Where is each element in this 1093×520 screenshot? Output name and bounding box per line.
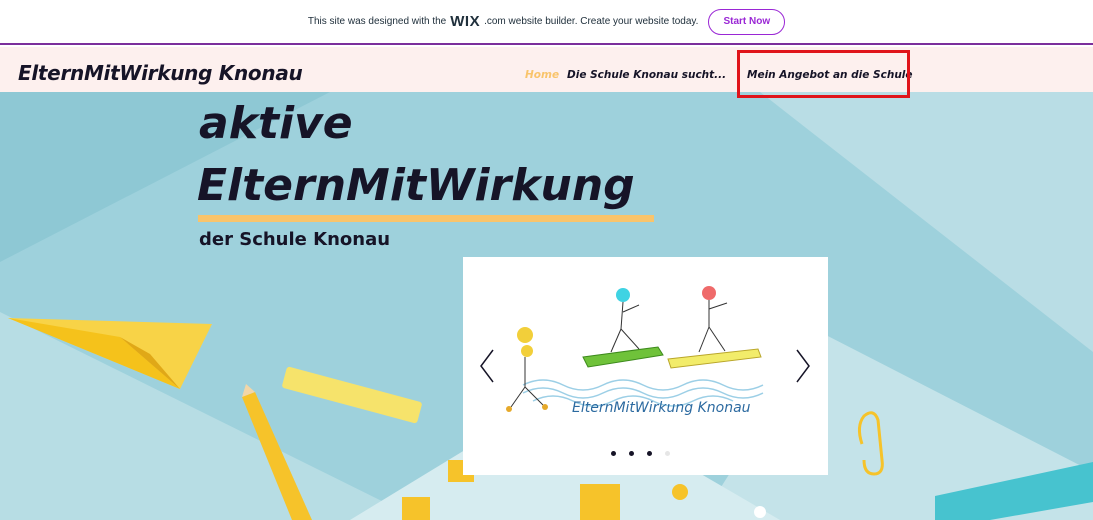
wix-logo[interactable]: WIX xyxy=(450,13,480,30)
slide-caption: ElternMitWirkung Knonau xyxy=(572,400,751,416)
wix-banner: This site was designed with the WIX .com … xyxy=(0,0,1093,45)
slideshow-dot-4[interactable] xyxy=(665,451,670,456)
slideshow-dot-1[interactable] xyxy=(611,451,616,456)
main-nav: Home Die Schule Knonau sucht... Mein Ang… xyxy=(0,47,1093,98)
hero-heading-line1: aktive xyxy=(199,98,353,149)
slideshow-dot-3[interactable] xyxy=(647,451,652,456)
chevron-right-icon xyxy=(796,349,810,383)
slide-illustration xyxy=(506,286,764,412)
slideshow-next-button[interactable] xyxy=(793,348,813,384)
hero-heading-underline xyxy=(198,215,654,222)
slideshow-prev-button[interactable] xyxy=(477,348,497,384)
hero-subtitle: der Schule Knonau xyxy=(199,229,391,250)
wix-banner-text-before: This site was designed with the xyxy=(307,16,447,27)
slideshow: ElternMitWirkung Knonau xyxy=(463,257,828,475)
site-header: ElternMitWirkung Knonau Home Die Schule … xyxy=(0,47,1093,98)
nav-item-home[interactable]: Home xyxy=(525,69,559,81)
chevron-left-icon xyxy=(480,349,494,383)
start-now-button[interactable]: Start Now xyxy=(708,8,786,35)
hero-heading-line2: ElternMitWirkung xyxy=(197,160,635,211)
nav-highlight-box xyxy=(737,50,910,98)
slideshow-dot-2[interactable] xyxy=(629,451,634,456)
nav-item-die-schule-knonau-sucht[interactable]: Die Schule Knonau sucht... xyxy=(567,69,726,81)
hero-section: aktive ElternMitWirkung der Schule Knona… xyxy=(0,92,1093,520)
slideshow-dots xyxy=(611,451,670,456)
wix-banner-text: This site was designed with the WIX .com … xyxy=(308,13,699,30)
wix-banner-text-after: .com website builder. Create your websit… xyxy=(484,16,699,27)
